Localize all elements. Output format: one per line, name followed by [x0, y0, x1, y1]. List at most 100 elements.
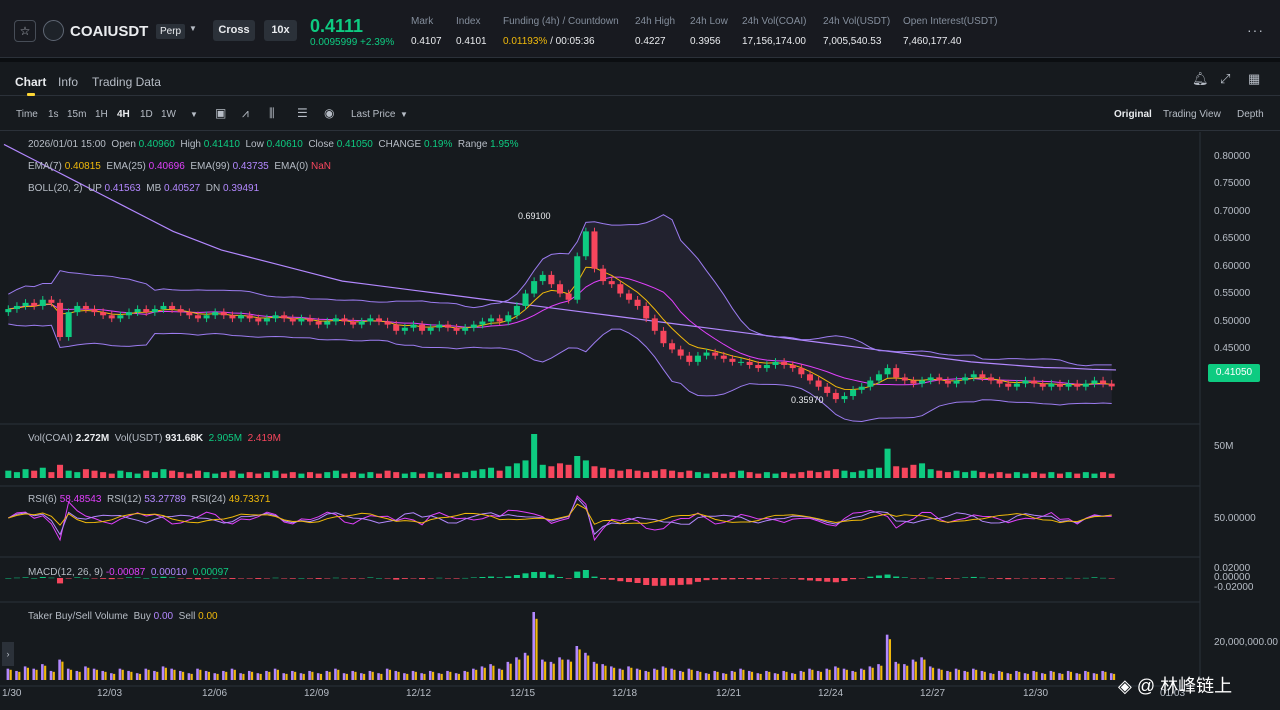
- volume-bar: [755, 473, 762, 478]
- candle-body: [375, 318, 382, 322]
- candle-body: [505, 315, 512, 322]
- date-tick: 12/09: [304, 688, 330, 699]
- taker-buy-bar: [696, 670, 699, 680]
- candle-body: [625, 293, 632, 300]
- volume-bar: [574, 456, 581, 478]
- macd-bar: [936, 578, 943, 579]
- taker-sell-bar: [880, 665, 883, 680]
- candle-body: [953, 380, 960, 384]
- taker-sell-bar: [35, 669, 38, 680]
- volume-bar: [272, 470, 279, 478]
- volume-bar: [893, 466, 900, 478]
- volume-bar: [841, 470, 848, 478]
- macd-bar: [453, 578, 460, 579]
- taker-sell-bar: [1104, 671, 1107, 680]
- taker-buy-bar: [739, 668, 742, 680]
- price-tick: 0.50000: [1214, 316, 1251, 327]
- candle-body: [539, 274, 546, 282]
- taker-buy-bar: [609, 666, 613, 680]
- taker-sell-bar: [138, 673, 142, 680]
- taker-buy-bar: [635, 668, 639, 680]
- taker-buy-bar: [342, 673, 346, 680]
- candle-body: [160, 305, 167, 310]
- volume-bar: [944, 472, 951, 478]
- volume-bar: [427, 472, 434, 478]
- vol-tick: 50M: [1214, 441, 1234, 452]
- candle-body: [738, 361, 745, 363]
- taker-sell-bar: [1112, 673, 1116, 680]
- legend-macd-1: -0.00087: [105, 567, 146, 578]
- taker-buy-bar: [204, 670, 208, 680]
- macd-bar: [755, 578, 762, 580]
- taker-sell-bar: [888, 639, 892, 680]
- taker-sell-bar: [311, 671, 314, 680]
- volume-bar: [1065, 472, 1072, 478]
- taker-sell-bar: [656, 669, 659, 680]
- volume-bar: [436, 473, 443, 478]
- macd-bar: [108, 578, 115, 580]
- candle-body: [910, 380, 917, 384]
- taker-sell-bar: [466, 671, 469, 680]
- legend-label: Taker Buy/Sell Volume: [28, 611, 129, 622]
- date-tick: 12/03: [97, 688, 123, 699]
- macd-bar: [720, 578, 727, 580]
- volume-bar: [367, 472, 374, 478]
- macd-bar: [358, 578, 365, 579]
- macd-bar: [634, 578, 641, 583]
- candle-body: [281, 315, 288, 319]
- taker-buy-bar: [1006, 673, 1010, 680]
- scroll-left-icon[interactable]: ›: [2, 642, 14, 666]
- macd-bar: [401, 578, 408, 579]
- legend-label: Range: [457, 139, 488, 150]
- legend-label: BOLL(20, 2): [28, 183, 83, 194]
- taker-sell-bar: [388, 669, 392, 680]
- volume-bar: [505, 466, 512, 478]
- candle-body: [556, 284, 564, 294]
- taker-sell-bar: [906, 665, 909, 680]
- taker-sell-bar: [509, 663, 512, 680]
- macd-bar: [306, 578, 314, 579]
- taker-sell-bar: [940, 669, 943, 680]
- candle-body: [65, 312, 72, 338]
- candle-body: [987, 377, 995, 381]
- macd-bar: [591, 576, 598, 578]
- candle-body: [289, 318, 296, 322]
- macd-bar: [927, 577, 934, 579]
- macd-bar: [832, 578, 839, 583]
- taker-buy-bar: [170, 668, 173, 680]
- macd-bar: [686, 578, 693, 585]
- taker-sell-bar: [707, 673, 710, 680]
- taker-buy-bar: [308, 670, 311, 680]
- candle-body: [100, 312, 107, 316]
- taker-sell-bar: [1026, 673, 1029, 680]
- taker-sell-bar: [931, 667, 935, 680]
- taker-sell-bar: [768, 671, 771, 680]
- chart-canvas[interactable]: [0, 0, 1280, 710]
- taker-buy-bar: [678, 670, 682, 680]
- legend-label: High: [180, 139, 201, 150]
- macd-bar: [712, 578, 719, 580]
- taker-buy-bar: [23, 666, 27, 680]
- volume-bar: [565, 464, 572, 478]
- taker-sell-bar: [182, 671, 185, 680]
- macd-bar: [513, 575, 520, 578]
- legend-label: CHANGE: [378, 139, 422, 150]
- taker-sell-bar: [500, 669, 504, 680]
- volume-bar: [393, 472, 400, 478]
- volume-bar: [108, 473, 115, 478]
- macd-bar: [1031, 578, 1038, 579]
- candle-body: [574, 256, 581, 300]
- taker-legend: Taker Buy/Sell Volume Buy 0.00 Sell 0.00: [28, 611, 218, 622]
- date-tick: 12/30: [1023, 688, 1049, 699]
- taker-buy-bar: [291, 670, 294, 680]
- macd-bar: [332, 577, 339, 579]
- volume-bar: [1074, 473, 1081, 478]
- taker-buy-bar: [403, 673, 406, 680]
- macd-bar: [824, 578, 831, 582]
- taker-sell-bar: [207, 671, 211, 680]
- taker-buy-bar: [515, 657, 518, 680]
- volume-bar: [212, 473, 219, 478]
- taker-sell-bar: [604, 665, 607, 680]
- taker-buy-bar: [1058, 673, 1061, 680]
- macd-bar: [57, 578, 64, 584]
